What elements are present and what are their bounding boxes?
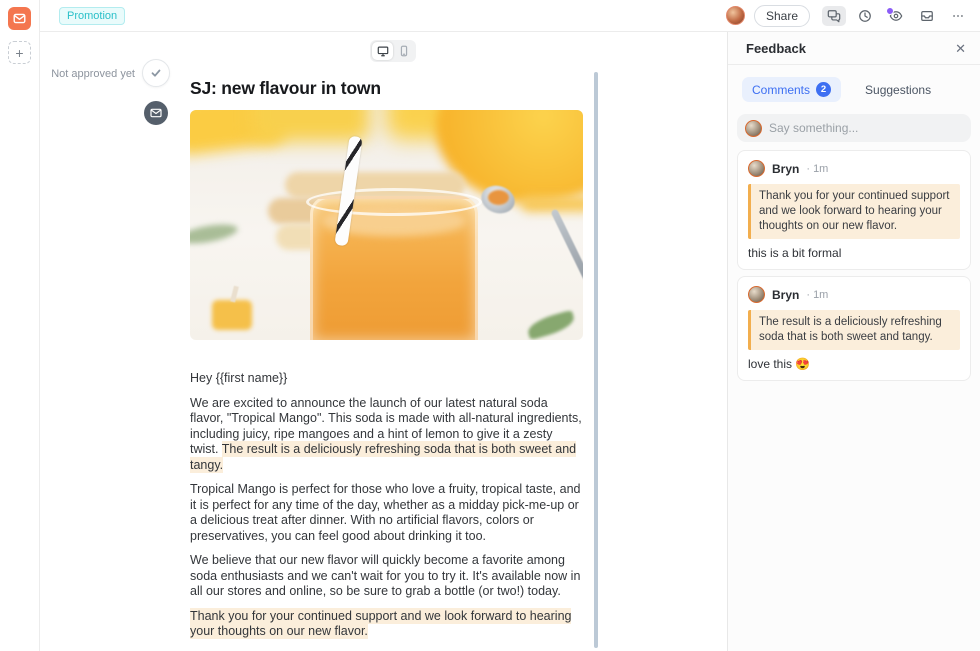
inbox-archive-icon bbox=[920, 9, 934, 23]
quoted-highlight-text: The result is a deliciously refreshing s… bbox=[748, 310, 960, 350]
feedback-tabs: Comments 2 Suggestions bbox=[728, 65, 980, 102]
comment-author: Bryn bbox=[772, 288, 799, 302]
history-clock-icon bbox=[858, 9, 872, 23]
email-paragraph: We are excited to announce the launch of… bbox=[190, 396, 583, 474]
comment-text: this is a bit formal bbox=[748, 246, 960, 260]
comment-card[interactable]: Bryn · 1m Thank you for your continued s… bbox=[737, 150, 971, 270]
history-button[interactable] bbox=[853, 6, 877, 26]
comments-toggle-button[interactable] bbox=[822, 6, 846, 26]
notification-dot bbox=[886, 7, 894, 15]
comments-list: Bryn · 1m Thank you for your continued s… bbox=[728, 142, 980, 389]
comments-count-badge: 2 bbox=[816, 82, 831, 97]
avatar bbox=[748, 286, 765, 303]
device-preview-toggle bbox=[370, 40, 416, 62]
mango-bite-decor bbox=[212, 300, 252, 330]
email-mode-button[interactable] bbox=[144, 101, 168, 125]
mobile-phone-icon bbox=[398, 45, 410, 57]
email-editor-canvas: Not approved yet SJ: new flavour in town bbox=[40, 32, 727, 651]
comment-input[interactable] bbox=[769, 121, 963, 135]
email-paragraph: Tropical Mango is perfect for those who … bbox=[190, 482, 583, 544]
comment-header: Bryn · 1m bbox=[748, 160, 960, 177]
comment-timestamp: · 1m bbox=[806, 289, 828, 301]
email-content: SJ: new flavour in town bbox=[190, 78, 583, 651]
topbar: Promotion Share bbox=[40, 0, 980, 32]
email-project-icon[interactable] bbox=[8, 7, 31, 30]
email-paragraph: Thank you for your continued support and… bbox=[190, 609, 583, 640]
tab-suggestions[interactable]: Suggestions bbox=[855, 78, 941, 102]
quoted-highlight-text: Thank you for your continued support and… bbox=[748, 184, 960, 239]
comment-composer[interactable] bbox=[737, 114, 971, 142]
tab-comments[interactable]: Comments 2 bbox=[742, 77, 841, 102]
comment-header: Bryn · 1m bbox=[748, 286, 960, 303]
comment-author: Bryn bbox=[772, 162, 799, 176]
more-ellipsis-icon bbox=[951, 9, 965, 23]
avatar[interactable] bbox=[726, 6, 745, 25]
leaf-decor bbox=[190, 221, 239, 247]
add-email-button[interactable]: + bbox=[8, 41, 31, 64]
highlighted-text: Thank you for your continued support and… bbox=[190, 608, 571, 640]
email-subject-title[interactable]: SJ: new flavour in town bbox=[190, 78, 583, 99]
envelope-icon bbox=[13, 12, 26, 25]
mobile-view-button[interactable] bbox=[393, 42, 414, 60]
desktop-view-button[interactable] bbox=[372, 42, 393, 60]
email-paragraph: Hey {{first name}} bbox=[190, 371, 583, 387]
feedback-header: Feedback ✕ bbox=[728, 32, 980, 65]
paragraph-text: Tropical Mango is perfect for those who … bbox=[190, 482, 580, 543]
tab-suggestions-label: Suggestions bbox=[865, 83, 931, 97]
inbox-button[interactable] bbox=[915, 6, 939, 26]
approve-button[interactable] bbox=[142, 59, 170, 87]
leaf-decor bbox=[525, 310, 576, 340]
comment-timestamp: · 1m bbox=[806, 163, 828, 175]
email-body-text[interactable]: Hey {{first name}} We are excited to anno… bbox=[190, 371, 583, 640]
avatar bbox=[748, 160, 765, 177]
tab-comments-label: Comments bbox=[752, 83, 810, 97]
preview-button[interactable] bbox=[884, 6, 908, 26]
envelope-icon bbox=[150, 107, 162, 119]
comment-card[interactable]: Bryn · 1m The result is a deliciously re… bbox=[737, 276, 971, 381]
promotion-badge: Promotion bbox=[59, 7, 125, 25]
share-button[interactable]: Share bbox=[754, 5, 810, 27]
approval-status-label: Not approved yet bbox=[40, 68, 135, 80]
close-icon[interactable]: ✕ bbox=[955, 42, 966, 55]
paragraph-text: Hey {{first name}} bbox=[190, 371, 287, 385]
spoon-decor bbox=[550, 208, 583, 294]
comment-text: love this 😍 bbox=[748, 357, 960, 371]
more-menu-button[interactable] bbox=[946, 6, 970, 26]
hero-image-mango-smoothie[interactable] bbox=[190, 110, 583, 340]
avatar bbox=[745, 120, 762, 137]
comments-icon bbox=[827, 9, 841, 23]
app-window: + Promotion Share bbox=[0, 0, 980, 651]
feedback-panel: Feedback ✕ Comments 2 Suggestions bbox=[727, 32, 980, 651]
feedback-title: Feedback bbox=[746, 41, 955, 56]
editor-scrollbar[interactable] bbox=[594, 72, 598, 648]
highlighted-text: The result is a deliciously refreshing s… bbox=[190, 441, 576, 473]
email-paragraph: We believe that our new flavor will quic… bbox=[190, 553, 583, 600]
plus-icon: + bbox=[15, 46, 23, 60]
left-rail: + bbox=[0, 0, 40, 651]
paragraph-text: We believe that our new flavor will quic… bbox=[190, 553, 580, 598]
spoon-decor bbox=[488, 190, 509, 205]
checkmark-icon bbox=[150, 67, 162, 79]
glass-rim bbox=[306, 188, 482, 216]
desktop-monitor-icon bbox=[377, 45, 389, 57]
